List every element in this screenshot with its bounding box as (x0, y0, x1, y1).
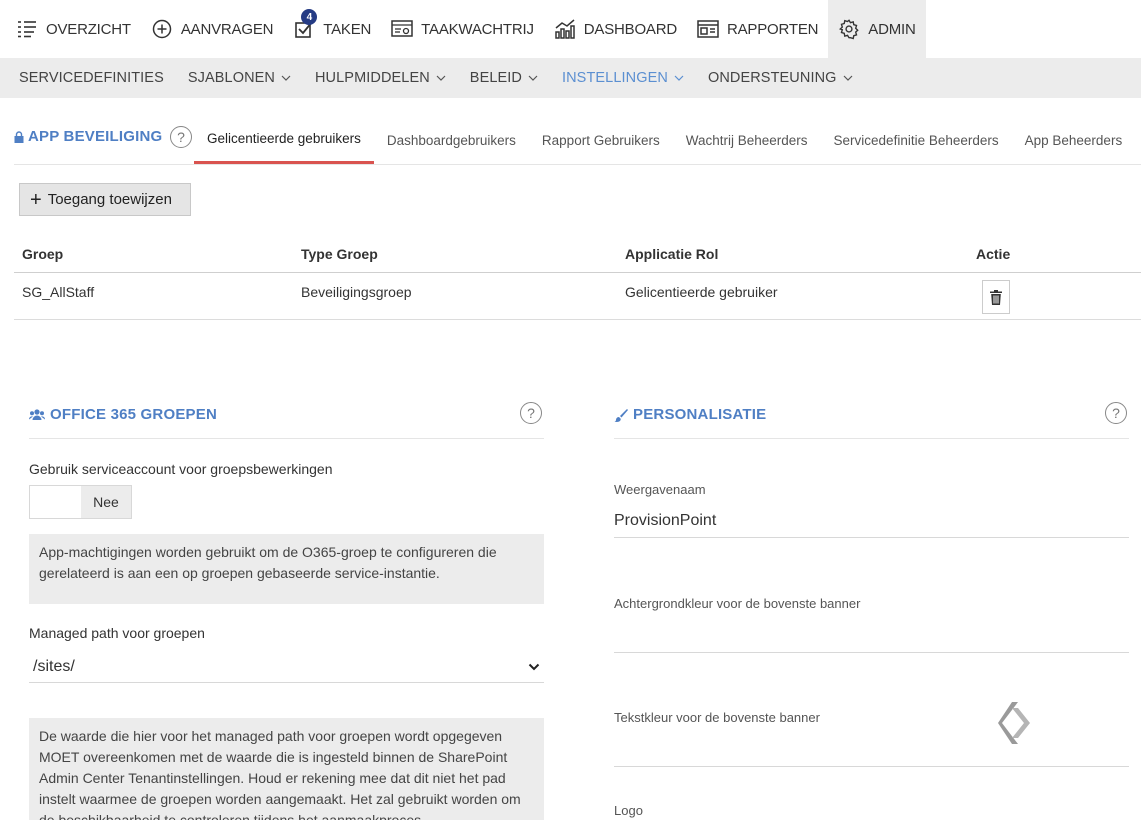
subnav-sjablonen[interactable]: SJABLONEN (176, 58, 303, 98)
checkbox-icon: 4 (293, 9, 318, 40)
column-header-applicatie-rol: Applicatie Rol (625, 246, 719, 262)
nav-label: ADMIN (868, 20, 916, 38)
assign-access-button[interactable]: + Toegang toewijzen (19, 183, 191, 216)
subnav-beleid[interactable]: BELEID (458, 58, 550, 98)
table-row: SG_AllStaff Beveiligingsgroep Gelicentie… (14, 273, 1141, 320)
toggle-off-area (30, 486, 81, 518)
task-count-badge: 4 (301, 9, 318, 25)
service-account-label: Gebruik serviceaccount voor groepsbewerk… (29, 461, 333, 477)
report-icon (697, 18, 719, 40)
banner-bg-color-label: Achtergrondkleur voor de bovenste banner (614, 596, 861, 611)
nav-label: OVERZICHT (46, 20, 131, 38)
display-name-input[interactable]: ProvisionPoint (614, 508, 1129, 538)
nav-label: AANVRAGEN (180, 20, 274, 38)
cell-applicatie-rol: Gelicentieerde gebruiker (625, 284, 778, 300)
app-security-title: APP BEVEILIGING (14, 128, 162, 145)
banner-text-color-label: Tekstkleur voor de bovenste banner (614, 710, 820, 725)
nav-taakwachtrij[interactable]: TAAKWACHTRIJ (381, 0, 544, 58)
trash-icon (990, 289, 1002, 305)
display-name-label: Weergavenaam (614, 482, 706, 497)
column-header-groep: Groep (22, 246, 64, 262)
info-box-app-permissions: App-machtigingen worden gebruikt om de O… (29, 534, 544, 604)
managed-path-label: Managed path voor groepen (29, 625, 205, 641)
subnav-ondersteuning[interactable]: ONDERSTEUNING (696, 58, 865, 98)
top-navigation: OVERZICHT AANVRAGEN 4 TAKEN TAAKWACHTRIJ… (0, 0, 1141, 58)
panel-divider (29, 438, 544, 439)
nav-label: DASHBOARD (583, 20, 677, 38)
assign-access-label: Toegang toewijzen (47, 191, 172, 208)
plus-circle-icon (151, 18, 173, 40)
tabs-divider (14, 164, 1141, 165)
column-header-actie: Actie (976, 246, 1011, 262)
lock-icon (14, 130, 24, 143)
chevron-down-icon (436, 75, 446, 81)
delete-button[interactable] (982, 280, 1010, 314)
tab-servicedefinitie-beheerders[interactable]: Servicedefinitie Beheerders (821, 116, 1012, 164)
app-security-title-text: APP BEVEILIGING (28, 128, 163, 145)
nav-label: TAKEN (323, 20, 372, 38)
list-icon (16, 18, 38, 40)
chevron-down-icon (281, 75, 291, 81)
queue-icon (391, 18, 413, 40)
banner-text-color-input[interactable] (614, 734, 1129, 767)
managed-path-value: /sites/ (33, 657, 75, 675)
office365-title: OFFICE 365 GROEPEN (29, 406, 217, 423)
info-box-managed-path: De waarde die hier voor het managed path… (29, 718, 544, 820)
personalization-title: PERSONALISATIE (614, 406, 766, 423)
help-icon[interactable]: ? (520, 402, 542, 424)
personalization-title-text: PERSONALISATIE (633, 406, 767, 423)
nav-taken[interactable]: 4 TAKEN (283, 0, 381, 58)
users-icon (29, 408, 45, 420)
chevron-down-icon (528, 75, 538, 81)
logo-label: Logo (614, 803, 643, 818)
tab-dashboardgebruikers[interactable]: Dashboardgebruikers (374, 116, 529, 164)
loading-spinner-icon (998, 702, 1030, 744)
sub-navigation: SERVICEDEFINITIES SJABLONEN HULPMIDDELEN… (0, 58, 1141, 98)
nav-dashboard[interactable]: DASHBOARD (544, 0, 687, 58)
nav-label: RAPPORTEN (727, 20, 819, 38)
help-icon[interactable]: ? (170, 126, 192, 148)
nav-aanvragen[interactable]: AANVRAGEN (141, 0, 283, 58)
subnav-instellingen[interactable]: INSTELLINGEN (550, 58, 696, 98)
chevron-down-icon (528, 663, 540, 670)
subnav-servicedefinities[interactable]: SERVICEDEFINITIES (0, 58, 176, 98)
subnav-label: HULPMIDDELEN (314, 70, 430, 86)
nav-admin[interactable]: ADMIN (828, 0, 926, 58)
plus-icon: + (30, 188, 42, 211)
help-icon[interactable]: ? (1105, 402, 1127, 424)
chevron-down-icon (674, 75, 684, 81)
tab-app-beheerders[interactable]: App Beheerders (1012, 116, 1136, 164)
subnav-label: BELEID (469, 70, 522, 86)
banner-bg-color-input[interactable] (614, 620, 1129, 653)
toggle-value: Nee (81, 486, 131, 518)
nav-label: TAAKWACHTRIJ (421, 20, 534, 38)
tab-wachtrij-beheerders[interactable]: Wachtrij Beheerders (673, 116, 821, 164)
subnav-label: INSTELLINGEN (561, 70, 668, 86)
managed-path-select[interactable]: /sites/ (29, 651, 544, 683)
nav-overzicht[interactable]: OVERZICHT (0, 0, 141, 58)
subnav-label: SERVICEDEFINITIES (19, 70, 164, 86)
column-header-type-groep: Type Groep (301, 246, 378, 262)
tab-rapport-gebruikers[interactable]: Rapport Gebruikers (529, 116, 673, 164)
tab-gelicentieerde-gebruikers[interactable]: Gelicentieerde gebruikers (194, 116, 374, 164)
chevron-down-icon (843, 75, 852, 81)
gear-icon (838, 18, 860, 40)
subnav-label: SJABLONEN (187, 70, 275, 86)
cell-groep: SG_AllStaff (22, 284, 95, 300)
service-account-toggle[interactable]: Nee (29, 485, 132, 519)
office365-title-text: OFFICE 365 GROEPEN (50, 406, 217, 423)
nav-rapporten[interactable]: RAPPORTEN (687, 0, 828, 58)
subnav-hulpmiddelen[interactable]: HULPMIDDELEN (303, 58, 458, 98)
subnav-label: ONDERSTEUNING (707, 70, 837, 86)
brush-icon (614, 408, 628, 422)
security-tabs: Gelicentieerde gebruikers Dashboardgebru… (194, 116, 1135, 164)
table-header: Groep Type Groep Applicatie Rol Actie (14, 240, 1141, 273)
cell-type-groep: Beveiligingsgroep (301, 284, 412, 300)
panel-divider (614, 438, 1129, 439)
chart-icon (554, 18, 576, 40)
